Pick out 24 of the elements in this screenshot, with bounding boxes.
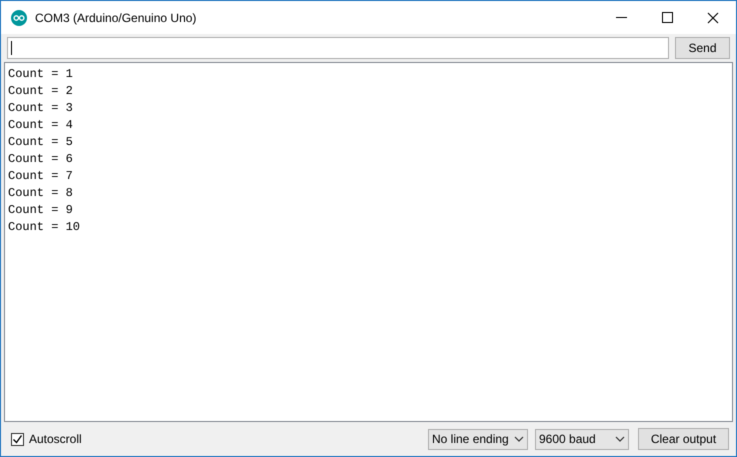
- autoscroll-checkbox[interactable]: [11, 432, 24, 446]
- baud-rate-dropdown[interactable]: 9600 baud: [535, 428, 629, 450]
- maximize-icon: [662, 12, 672, 23]
- chevron-down-icon: [615, 436, 625, 442]
- app-logo-icon: [11, 10, 27, 26]
- window-title: COM3 (Arduino/Genuino Uno): [35, 10, 196, 26]
- autoscroll-label: Autoscroll: [29, 431, 82, 448]
- output-line: Count = 3: [8, 100, 73, 117]
- output-line: Count = 9: [8, 202, 73, 219]
- output-line: Count = 8: [8, 185, 73, 202]
- line-ending-dropdown[interactable]: No line ending: [428, 428, 528, 450]
- output-line: Count = 6: [8, 151, 73, 168]
- minimize-icon: [616, 17, 626, 18]
- chevron-down-icon: [514, 436, 524, 442]
- message-input-field[interactable]: [7, 37, 669, 59]
- output-line: Count = 2: [8, 83, 73, 100]
- clear-output-button[interactable]: Clear output: [638, 428, 729, 450]
- output-line: Count = 4: [8, 117, 73, 134]
- output-line: Count = 5: [8, 134, 73, 151]
- output-line: Count = 1: [8, 66, 73, 83]
- output-line: Count = 10: [8, 219, 80, 236]
- close-icon: [707, 12, 719, 24]
- output-line: Count = 7: [8, 168, 73, 185]
- send-button[interactable]: Send: [675, 37, 730, 59]
